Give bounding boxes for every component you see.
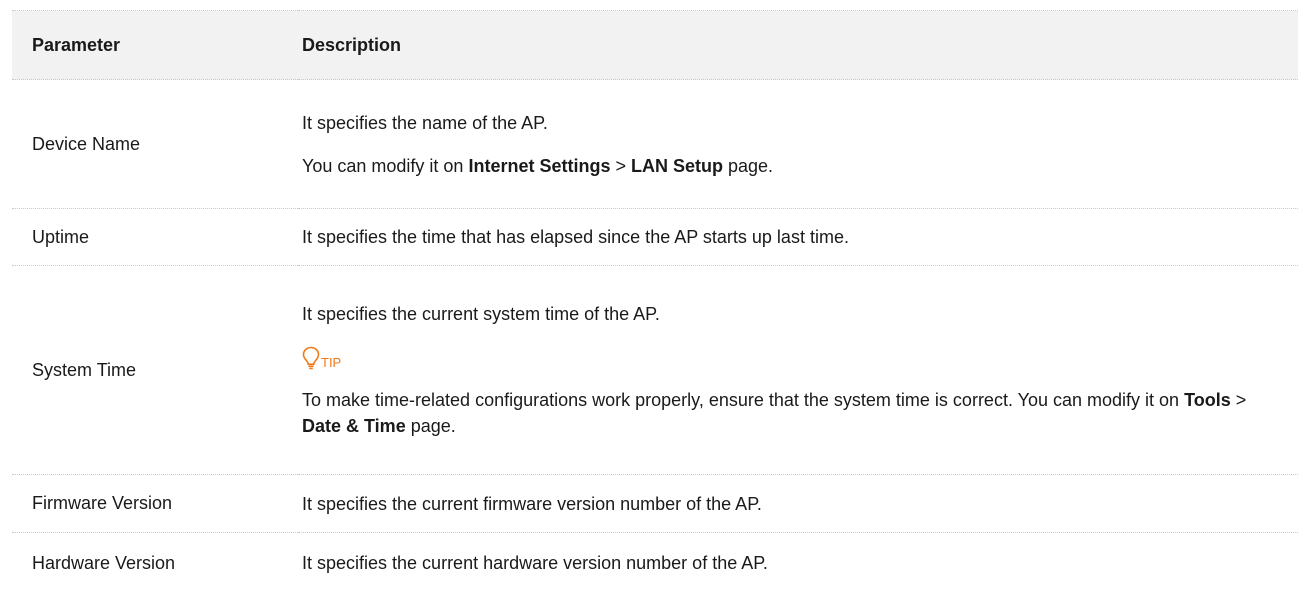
table-row-firmware-version: Firmware Version It specifies the curren…: [12, 474, 1298, 533]
path-separator: >: [610, 155, 631, 176]
desc-system-time: It specifies the current system time of …: [298, 265, 1298, 475]
desc-firmware-version-text: It specifies the current firmware versio…: [302, 493, 762, 514]
param-firmware-version: Firmware Version: [12, 474, 298, 533]
table-row-uptime: Uptime It specifies the time that has el…: [12, 208, 1298, 266]
text: page.: [722, 155, 774, 176]
menu-path-tools: Tools: [1184, 390, 1231, 410]
text: page.: [405, 416, 456, 436]
tip-text: To make time-related configurations work…: [302, 387, 1278, 439]
desc-device-name-line2: You can modify it on Internet Settings >…: [302, 153, 1278, 179]
menu-path-internet-settings: Internet Settings: [468, 155, 611, 176]
param-hardware-version: Hardware Version: [32, 552, 176, 573]
desc-uptime: It specifies the time that has elapsed s…: [298, 208, 1298, 266]
desc-device-name: It specifies the name of the AP. You can…: [298, 79, 1298, 209]
desc-device-name-line1: It specifies the name of the AP.: [302, 112, 548, 133]
desc-system-time-line1: It specifies the current system time of …: [302, 304, 660, 324]
param-uptime: Uptime: [12, 208, 298, 266]
text: To make time-related configurations work…: [302, 390, 1185, 410]
param-system-time: System Time: [12, 265, 298, 475]
tip-callout: TIP: [302, 344, 1278, 370]
header-parameter: Parameter: [12, 10, 298, 80]
lightbulb-icon: [302, 346, 320, 370]
header-description: Description: [298, 10, 1298, 80]
desc-hardware-version-text: It specifies the current hardware versio…: [302, 553, 768, 573]
text: You can modify it on: [302, 155, 469, 176]
table-header: Parameter Description: [12, 10, 1298, 80]
table-row-system-time: System Time It specifies the current sys…: [12, 265, 1298, 475]
param-device-name: Device Name: [12, 79, 298, 209]
parameter-table-container: Parameter Description Device Name It spe…: [12, 10, 1298, 593]
table-row-device-name: Device Name It specifies the name of the…: [12, 79, 1298, 209]
path-separator: >: [1230, 390, 1247, 410]
desc-hardware-version: It specifies the current hardware versio…: [298, 533, 1298, 594]
header-row: Parameter Description: [12, 10, 1298, 80]
table-body: Device Name It specifies the name of the…: [12, 79, 1298, 594]
menu-path-lan-setup: LAN Setup: [630, 155, 723, 176]
table-row-hardware-version: Hardware Version It specifies the curren…: [12, 533, 1298, 594]
desc-uptime-text: It specifies the time that has elapsed s…: [302, 227, 849, 247]
menu-path-date-time: Date & Time: [302, 416, 406, 436]
desc-firmware-version: It specifies the current firmware versio…: [298, 474, 1298, 533]
parameter-table: Parameter Description Device Name It spe…: [12, 10, 1298, 593]
tip-label: TIP: [321, 355, 342, 370]
